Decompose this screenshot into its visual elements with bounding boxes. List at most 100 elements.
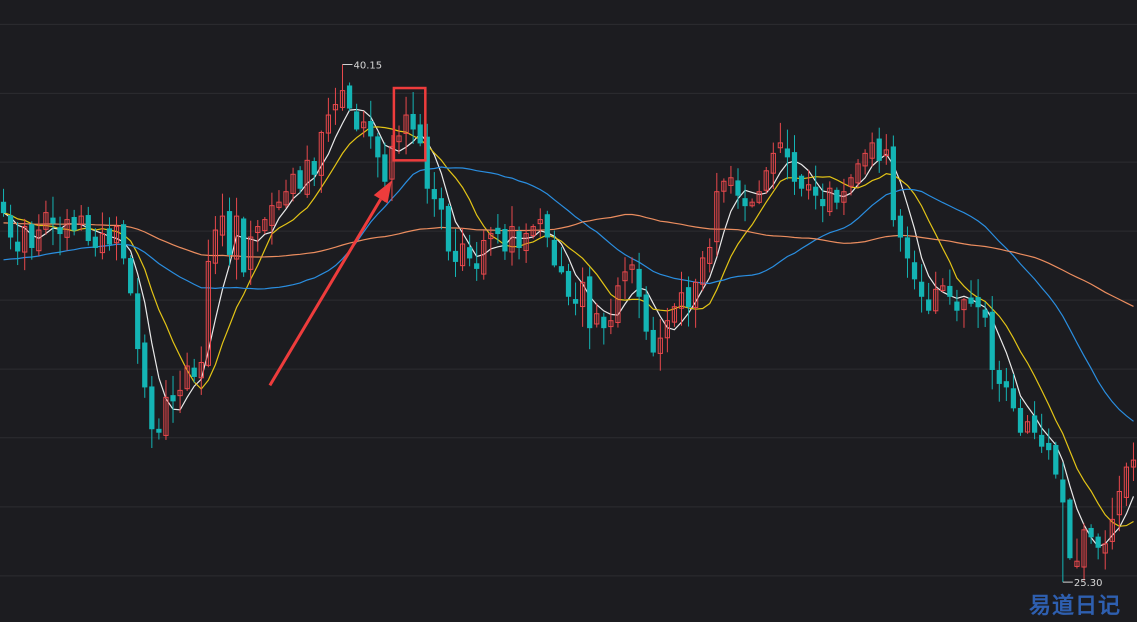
candle-body xyxy=(142,342,148,388)
candle-body xyxy=(85,215,91,242)
candle-body xyxy=(587,276,593,329)
candle-down xyxy=(1088,524,1094,544)
candle-up xyxy=(749,198,755,208)
candle-down xyxy=(565,263,572,306)
candle-body xyxy=(191,367,197,377)
watermark-logo: 易道日记 xyxy=(1028,594,1121,619)
candle-down xyxy=(7,204,14,250)
candle-down xyxy=(601,312,607,345)
candle-up xyxy=(339,64,346,111)
candle-down xyxy=(156,418,162,440)
annotations: 40.15 25.30 xyxy=(268,60,1102,589)
candle-body xyxy=(975,297,981,308)
candle-down xyxy=(834,187,840,210)
candle-body xyxy=(954,301,960,311)
high-marker: 40.15 xyxy=(342,60,382,71)
candle-down xyxy=(1067,498,1073,560)
candle-body xyxy=(354,111,360,130)
candle-down xyxy=(982,302,988,328)
candle-down xyxy=(918,264,925,313)
candle-down xyxy=(1046,428,1052,460)
candle-body xyxy=(784,148,791,158)
candle-body xyxy=(368,121,374,137)
candle-body xyxy=(128,258,134,294)
candle-body xyxy=(120,224,127,259)
candle-body xyxy=(1031,415,1038,433)
candlesticks xyxy=(0,64,1137,583)
candle-up xyxy=(714,172,720,257)
candle-body xyxy=(989,311,995,370)
candle-down xyxy=(467,234,473,267)
candle-down xyxy=(50,196,56,246)
candle-body xyxy=(1003,381,1009,388)
candle-down xyxy=(241,216,247,277)
candle-up xyxy=(827,181,833,216)
candle-down xyxy=(346,82,353,112)
candle-body xyxy=(431,189,437,200)
candle-body xyxy=(636,268,642,297)
candle-body xyxy=(813,186,819,196)
candle-up xyxy=(940,278,946,293)
candle-body xyxy=(1010,388,1017,409)
candle-body xyxy=(445,205,452,252)
candle-up xyxy=(99,212,106,260)
candle-body xyxy=(71,217,77,231)
candle-up xyxy=(664,307,670,353)
candle-up xyxy=(509,206,515,266)
candle-up xyxy=(219,193,226,247)
candle-body xyxy=(346,85,353,109)
candle-body xyxy=(375,136,381,158)
candle-body xyxy=(1053,444,1059,475)
candle-body xyxy=(968,297,974,304)
candle-body xyxy=(918,281,925,297)
candle-body xyxy=(410,113,416,130)
candle-down xyxy=(516,226,522,260)
candle-body xyxy=(996,370,1002,384)
candle-up xyxy=(763,166,769,194)
candle-up xyxy=(283,179,289,208)
candle-body xyxy=(226,211,233,255)
candle-body xyxy=(735,180,741,196)
candle-down xyxy=(587,267,593,350)
candle-up xyxy=(36,214,42,256)
ma5-line xyxy=(3,108,1135,548)
candle-body xyxy=(92,236,98,248)
candle-body xyxy=(551,239,557,266)
candle-body xyxy=(558,266,565,273)
candle-body xyxy=(502,229,508,252)
candlestick-chart: 40.15 25.30 xyxy=(0,23,1137,589)
candle-down xyxy=(128,254,134,296)
candle-down xyxy=(0,188,7,217)
candle-up xyxy=(933,271,939,314)
candle-up xyxy=(1024,415,1031,434)
candle-down xyxy=(142,334,148,398)
candle-up xyxy=(608,298,614,335)
candle-down xyxy=(890,135,896,227)
candle-down xyxy=(558,247,565,275)
candle-body xyxy=(947,285,953,297)
candle-body xyxy=(685,287,692,308)
candle-up xyxy=(580,267,586,327)
candle-body xyxy=(495,227,501,235)
candle-down xyxy=(791,135,798,195)
pointer-arrow xyxy=(268,180,392,387)
candle-body xyxy=(170,395,176,402)
candle-down xyxy=(85,206,91,246)
candle-body xyxy=(438,198,445,210)
candle-body xyxy=(650,329,656,353)
candle-down xyxy=(445,203,452,261)
candle-body xyxy=(467,247,473,259)
candle-down xyxy=(1039,413,1045,453)
candle-down xyxy=(417,114,423,147)
candle-body xyxy=(982,309,988,318)
candle-body xyxy=(572,299,579,304)
candle-body xyxy=(876,138,882,161)
chart-area: 40.15 25.30 易道日记 xyxy=(0,0,1137,622)
candle-body xyxy=(1067,499,1073,559)
candle-down xyxy=(643,286,649,340)
candle-body xyxy=(926,299,932,311)
candle-up xyxy=(756,180,762,205)
moving-average-lines xyxy=(3,108,1135,548)
candle-body xyxy=(911,262,918,280)
candle-down xyxy=(784,129,791,180)
